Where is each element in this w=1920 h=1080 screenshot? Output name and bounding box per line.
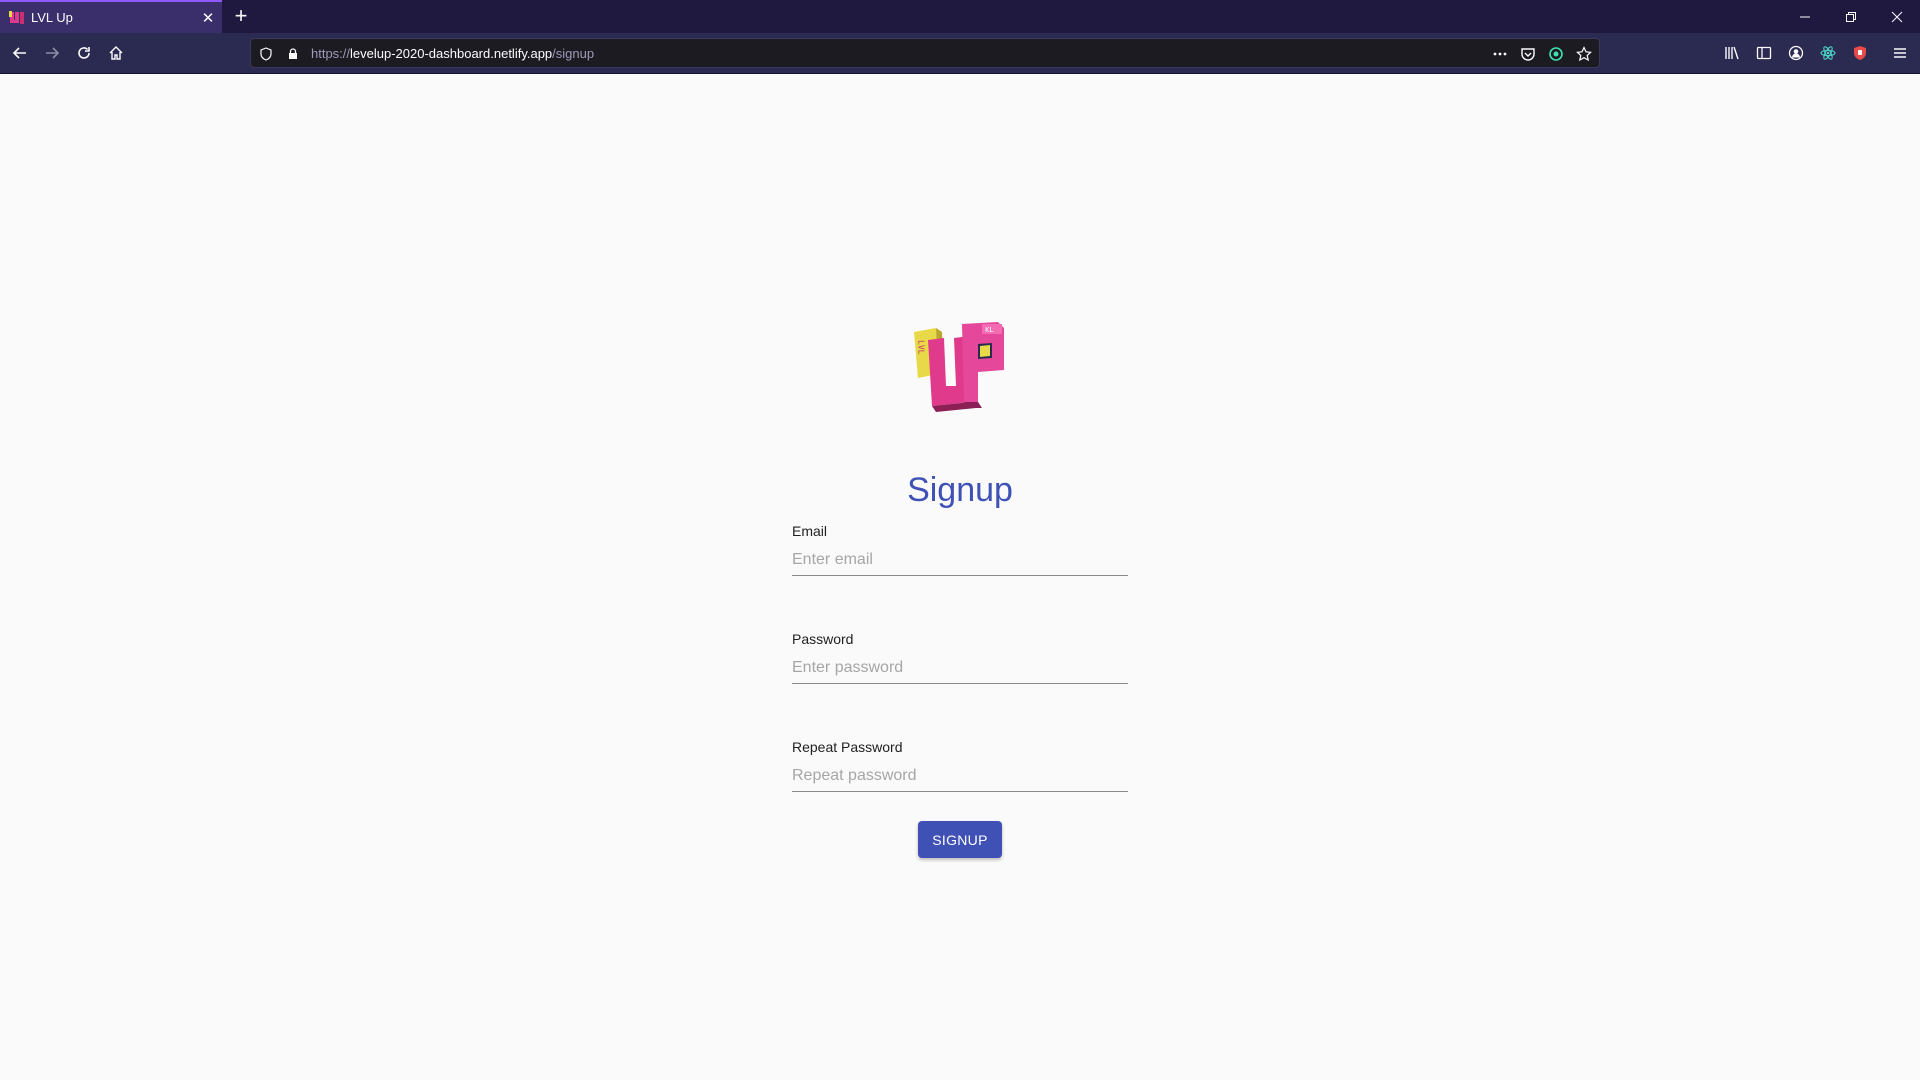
address-bar[interactable]: https://levelup-2020-dashboard.netlify.a… [250, 38, 1600, 68]
ublock-icon [1854, 46, 1866, 60]
logo-main-letters: UP [912, 318, 914, 319]
url-text[interactable]: https://levelup-2020-dashboard.netlify.a… [311, 46, 594, 61]
sidebar-button[interactable] [1750, 39, 1778, 67]
password-field-group: Password [792, 631, 1128, 684]
library-icon [1725, 46, 1739, 60]
browser-tab-bar: LVL Up ✕ + [0, 0, 1920, 33]
close-icon [1891, 11, 1903, 22]
password-label: Password [792, 631, 854, 647]
signup-button[interactable]: SIGNUP [918, 821, 1002, 858]
repeat-password-field-group: Repeat Password [792, 739, 1128, 792]
close-window-button[interactable] [1874, 0, 1920, 33]
menu-button[interactable] [1886, 39, 1914, 67]
email-field[interactable] [792, 549, 1128, 576]
minimize-button[interactable] [1782, 0, 1828, 33]
forward-icon [46, 47, 60, 59]
email-field-group: Email [792, 523, 1128, 576]
reload-icon [78, 47, 90, 59]
ublock-button[interactable] [1846, 39, 1874, 67]
extension-icon[interactable] [1547, 45, 1565, 63]
home-icon [109, 46, 123, 60]
react-devtools-icon [1820, 46, 1836, 60]
restore-icon [1846, 11, 1856, 22]
shield-icon[interactable] [257, 45, 275, 63]
url-scheme: https:// [311, 46, 351, 61]
repeat-password-label: Repeat Password [792, 739, 903, 755]
browser-toolbar: https://levelup-2020-dashboard.netlify.a… [0, 33, 1920, 74]
react-devtools-button[interactable] [1814, 39, 1842, 67]
library-button[interactable] [1718, 39, 1746, 67]
tab-title: LVL Up [31, 10, 73, 25]
sidebar-icon [1756, 46, 1772, 60]
pocket-icon[interactable] [1519, 45, 1537, 63]
lock-icon[interactable] [284, 45, 302, 63]
account-button[interactable] [1782, 39, 1810, 67]
back-button[interactable] [6, 39, 34, 67]
password-field[interactable] [792, 657, 1128, 684]
page-title: Signup [907, 470, 1013, 509]
tab-close-icon[interactable]: ✕ [194, 9, 222, 27]
account-icon [1788, 45, 1804, 61]
url-host: levelup-2020-dashboard.netlify.app [350, 46, 553, 61]
logo-badge-text: KL [985, 326, 994, 334]
repeat-password-field[interactable] [792, 765, 1128, 792]
star-icon[interactable] [1575, 45, 1593, 63]
more-icon[interactable] [1491, 45, 1509, 63]
logo-side-letters: LVL [917, 340, 926, 355]
home-button[interactable] [102, 39, 130, 67]
url-path: /signup [552, 46, 595, 61]
back-icon [12, 47, 26, 59]
menu-icon [1894, 48, 1906, 58]
new-tab-button[interactable]: + [228, 4, 254, 30]
lvlup-favicon-icon [9, 10, 24, 24]
email-label: Email [792, 523, 828, 539]
minimize-icon [1800, 16, 1810, 17]
reload-button[interactable] [70, 39, 98, 67]
restore-button[interactable] [1828, 0, 1874, 33]
forward-button[interactable] [38, 39, 66, 67]
browser-tab[interactable]: LVL Up ✕ [0, 0, 222, 33]
lvlup-logo: LVL KL UP [912, 318, 1004, 412]
